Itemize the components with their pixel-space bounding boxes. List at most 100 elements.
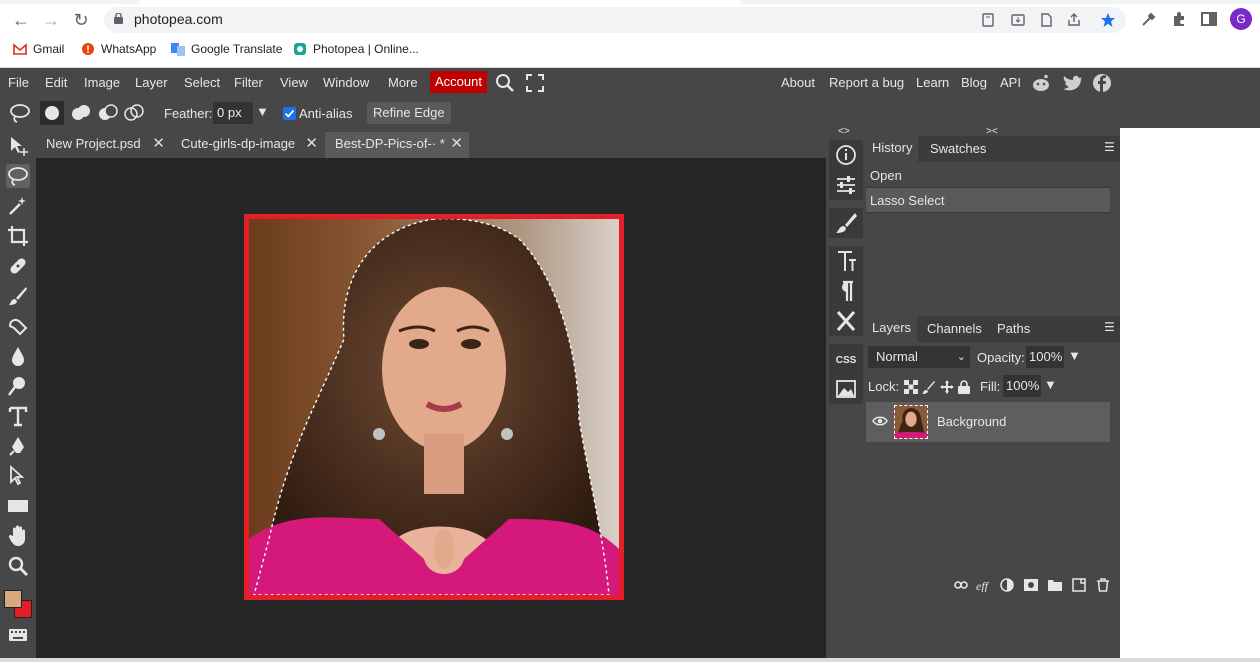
adjustment-layer-icon[interactable] <box>1000 578 1014 592</box>
document-canvas[interactable] <box>244 214 624 600</box>
menu-about[interactable]: About <box>781 75 815 90</box>
feather-input[interactable]: 0 px <box>213 102 253 124</box>
forward-icon[interactable]: → <box>40 9 62 31</box>
paragraph-panel-button[interactable] <box>829 276 863 306</box>
magic-wand-tool[interactable] <box>6 194 30 218</box>
history-row[interactable]: Open <box>866 163 1110 188</box>
zoom-tool[interactable] <box>6 554 30 578</box>
image-panel-button[interactable] <box>829 374 863 404</box>
adjustments-panel-button[interactable] <box>829 170 863 200</box>
close-icon[interactable]: ✕ <box>446 132 463 156</box>
twitter-icon[interactable] <box>1063 74 1083 92</box>
reddit-icon[interactable] <box>1031 74 1051 92</box>
tab-layers[interactable]: Layers <box>866 316 918 342</box>
intersect-selection-icon[interactable] <box>122 101 146 125</box>
address-bar[interactable]: photopea.com <box>104 7 1126 33</box>
close-icon[interactable]: ✕ <box>152 132 165 156</box>
brush-tool[interactable] <box>6 284 30 308</box>
tool-presets-button[interactable] <box>829 306 863 336</box>
pen-tool[interactable] <box>6 434 30 458</box>
new-selection-mode[interactable] <box>40 101 64 125</box>
fill-dropdown-icon[interactable]: ▼ <box>1044 377 1057 392</box>
sidebar-icon[interactable] <box>1200 10 1218 28</box>
lock-all-icon[interactable] <box>958 380 970 394</box>
menu-learn[interactable]: Learn <box>916 75 949 90</box>
tab-channels[interactable]: Channels <box>927 321 982 336</box>
crop-tool[interactable] <box>6 224 30 248</box>
type-tool[interactable] <box>6 404 30 428</box>
brush-panel-button[interactable] <box>829 208 863 238</box>
lasso-tool[interactable] <box>6 164 30 188</box>
history-row[interactable]: Lasso Select <box>866 188 1110 213</box>
info-panel-button[interactable] <box>829 140 863 170</box>
account-button[interactable]: Account <box>430 71 487 93</box>
eye-icon[interactable] <box>872 415 888 427</box>
layer-effects-icon[interactable]: eff <box>976 578 990 592</box>
fullscreen-icon[interactable] <box>526 74 544 92</box>
collapse-arrows-icon[interactable]: <> <box>838 126 850 137</box>
tab-new-project[interactable]: New Project.psd ✕ <box>36 132 171 158</box>
tab-best-dp-pics[interactable]: Best-DP-Pics-of-· * ✕ <box>325 132 469 158</box>
lock-pixels-icon[interactable] <box>922 380 936 394</box>
search-icon[interactable] <box>495 73 515 93</box>
feather-dropdown-icon[interactable]: ▼ <box>256 104 269 119</box>
bookmark-whatsapp[interactable]: WhatsApp <box>81 42 156 56</box>
path-select-tool[interactable] <box>6 464 30 488</box>
lasso-tool-icon[interactable] <box>9 102 31 124</box>
install-app-icon[interactable] <box>980 12 996 28</box>
menu-more[interactable]: More <box>388 75 418 90</box>
menu-image[interactable]: Image <box>84 75 120 90</box>
extensions-icon[interactable] <box>1170 10 1188 28</box>
tab-swatches[interactable]: Swatches <box>930 141 986 156</box>
bookmark-star-icon[interactable] <box>1100 12 1116 28</box>
menu-edit[interactable]: Edit <box>45 75 67 90</box>
menu-blog[interactable]: Blog <box>961 75 987 90</box>
move-tool[interactable] <box>6 134 30 158</box>
foreground-color-swatch[interactable] <box>4 590 22 608</box>
rectangle-tool[interactable] <box>6 494 30 518</box>
refine-edge-button[interactable]: Refine Edge <box>367 102 451 124</box>
menu-api[interactable]: API <box>1000 75 1021 90</box>
fill-input[interactable]: 100% <box>1003 375 1041 397</box>
reload-icon[interactable]: ↻ <box>70 9 92 31</box>
css-panel-button[interactable]: CSS <box>829 344 863 374</box>
link-layers-icon[interactable] <box>954 578 968 592</box>
eyedropper-extension-icon[interactable] <box>1140 10 1158 28</box>
back-icon[interactable]: ← <box>10 9 32 31</box>
menu-window[interactable]: Window <box>323 75 369 90</box>
lock-position-icon[interactable] <box>940 380 954 394</box>
page-icon[interactable] <box>1038 12 1054 28</box>
tab-cute-girls[interactable]: Cute-girls-dp-image ✕ <box>171 132 324 158</box>
anti-alias-checkbox[interactable] <box>283 107 296 120</box>
bookmark-gmail[interactable]: Gmail <box>13 42 64 56</box>
blur-tool[interactable] <box>6 344 30 368</box>
opacity-input[interactable]: 100% <box>1026 346 1064 368</box>
menu-view[interactable]: View <box>280 75 308 90</box>
keyboard-icon[interactable] <box>8 627 28 643</box>
bookmark-google-translate[interactable]: Google Translate <box>171 42 282 56</box>
tab-history[interactable]: History <box>866 136 919 162</box>
dodge-tool[interactable] <box>6 374 30 398</box>
bookmark-photopea[interactable]: Photopea | Online... <box>293 42 419 56</box>
new-group-icon[interactable] <box>1048 578 1062 592</box>
healing-tool[interactable] <box>6 254 30 278</box>
delete-layer-icon[interactable] <box>1096 578 1110 592</box>
subtract-selection-icon[interactable] <box>96 101 120 125</box>
character-panel-button[interactable] <box>829 246 863 276</box>
hand-tool[interactable] <box>6 524 30 548</box>
color-swatches[interactable] <box>2 588 34 622</box>
opacity-dropdown-icon[interactable]: ▼ <box>1068 348 1081 363</box>
menu-select[interactable]: Select <box>184 75 220 90</box>
menu-layer[interactable]: Layer <box>135 75 168 90</box>
panel-menu-icon[interactable]: ☰ <box>1104 140 1115 154</box>
layer-mask-icon[interactable] <box>1024 578 1038 592</box>
menu-report-bug[interactable]: Report a bug <box>829 75 904 90</box>
close-icon[interactable]: ✕ <box>301 132 318 156</box>
menu-filter[interactable]: Filter <box>234 75 263 90</box>
download-icon[interactable] <box>1010 12 1026 28</box>
facebook-icon[interactable] <box>1092 73 1112 93</box>
clone-stamp-tool[interactable] <box>6 314 30 338</box>
panel-menu-icon[interactable]: ☰ <box>1104 320 1115 334</box>
menu-file[interactable]: File <box>8 75 29 90</box>
share-icon[interactable] <box>1066 12 1082 28</box>
